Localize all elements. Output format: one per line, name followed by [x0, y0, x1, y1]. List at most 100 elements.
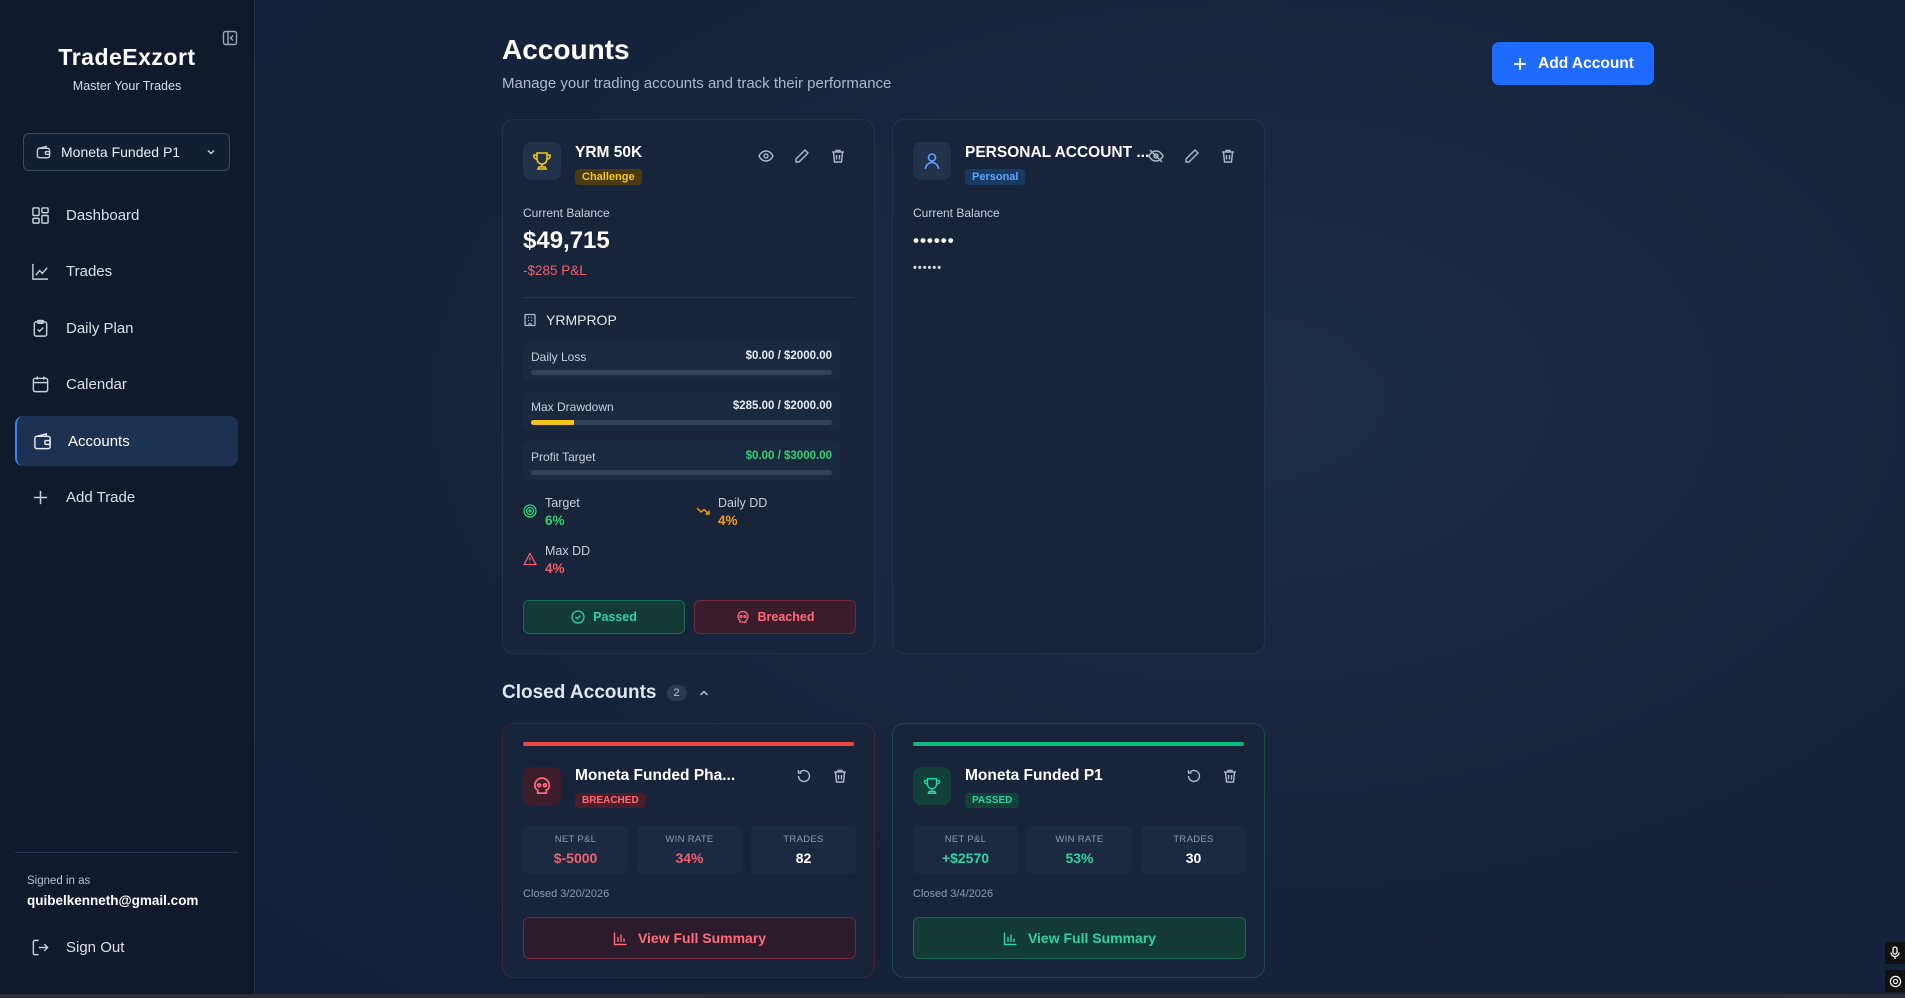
trending-down-icon: [696, 507, 710, 515]
mark-passed-label: Passed: [593, 610, 637, 624]
stat-value: 34%: [675, 850, 704, 866]
trash-icon[interactable]: [1222, 768, 1238, 784]
mark-passed-button[interactable]: Passed: [523, 600, 685, 634]
stat-value: 30: [1185, 850, 1202, 866]
user-icon: [924, 153, 940, 170]
account-actions: [1186, 768, 1238, 784]
rule-label: Daily DD: [718, 496, 768, 510]
chevron-up-icon[interactable]: [697, 686, 711, 700]
stat-label: WIN RATE: [665, 834, 714, 845]
page-subtitle: Manage your trading accounts and track t…: [502, 75, 892, 92]
sidebar-item-add-trade[interactable]: Add Trade: [15, 473, 238, 523]
signed-in-label: Signed in as: [27, 875, 91, 887]
view-summary-label: View Full Summary: [637, 930, 767, 946]
metric-progress-bar: [531, 420, 832, 425]
microphone-button[interactable]: [1885, 942, 1905, 964]
mark-breached-button[interactable]: Breached: [694, 600, 856, 634]
target-icon: [523, 504, 537, 518]
rule-max-dd: Max DD 4%: [523, 544, 590, 576]
trophy-icon: [923, 778, 941, 794]
account-name: Moneta Funded P1: [965, 767, 1103, 784]
metric-label: Profit Target: [531, 450, 596, 464]
account-actions: [758, 148, 846, 164]
closed-date: Closed 3/4/2026: [913, 888, 994, 900]
mark-breached-label: Breached: [757, 610, 815, 624]
add-account-label: Add Account: [1538, 54, 1634, 72]
closed-account-card: Moneta Funded P1 PASSED NET P&L +$2570 W…: [892, 723, 1265, 978]
edit-icon[interactable]: [1184, 148, 1200, 164]
rule-daily-dd: Daily DD 4%: [696, 496, 767, 528]
metric-label: Max Drawdown: [531, 400, 614, 414]
clipboard-check-icon: [33, 319, 48, 337]
sidebar-item-accounts[interactable]: Accounts: [15, 416, 238, 466]
eye-off-icon[interactable]: [1148, 148, 1164, 164]
status-badge: BREACHED: [575, 793, 646, 808]
rule-label: Max DD: [545, 544, 591, 558]
bar-chart-icon: [613, 932, 627, 945]
metric-progress-bar: [531, 470, 832, 475]
stat-trades: TRADES 82: [751, 825, 856, 874]
account-type-badge: Challenge: [575, 169, 642, 185]
sidebar-footer: Signed in as quibelkenneth@gmail.com Sig…: [15, 852, 238, 957]
stat-net-pnl: NET P&L $-5000: [523, 825, 628, 874]
trophy-icon: [533, 152, 551, 170]
closed-account-card: Moneta Funded Pha... BREACHED NET P&L $-…: [502, 723, 875, 978]
rule-target: Target 6%: [523, 496, 580, 528]
view-summary-label: View Full Summary: [1027, 930, 1157, 946]
trash-icon[interactable]: [830, 148, 846, 164]
stat-net-pnl: NET P&L +$2570: [913, 825, 1018, 874]
prop-firm-name: YRMPROP: [546, 312, 617, 328]
stat-trades: TRADES 30: [1141, 825, 1246, 874]
closed-accounts-title: Closed Accounts: [502, 682, 657, 703]
account-type-badge: Personal: [965, 169, 1026, 185]
current-balance: $49,715: [523, 227, 610, 254]
account-icon-box: [523, 142, 561, 180]
trash-icon[interactable]: [832, 768, 848, 784]
sign-out-button[interactable]: Sign Out: [15, 938, 238, 957]
trending-chart-icon: [32, 263, 49, 280]
view-summary-button[interactable]: View Full Summary: [913, 917, 1246, 959]
account-actions: [796, 768, 848, 784]
window-bottom-edge: [0, 994, 1905, 998]
restore-icon[interactable]: [796, 768, 812, 784]
restore-icon[interactable]: [1186, 768, 1202, 784]
metric-label: Daily Loss: [531, 350, 587, 364]
eye-icon[interactable]: [758, 148, 774, 164]
account-name: YRM 50K: [575, 144, 643, 161]
wallet-icon: [34, 432, 51, 449]
closed-accounts-count: 2: [666, 685, 687, 701]
brand-subtitle: Master Your Trades: [72, 79, 182, 93]
metric-profit-target: Profit Target $0.00 / $3000.00: [523, 441, 840, 481]
sidebar-collapse-icon[interactable]: [222, 30, 238, 46]
account-selector[interactable]: Moneta Funded P1: [23, 133, 230, 171]
sidebar-item-label: Add Trade: [66, 489, 136, 506]
sidebar-item-trades[interactable]: Trades: [15, 247, 238, 297]
building-icon: [524, 313, 536, 327]
skull-icon: [736, 610, 749, 623]
view-summary-button[interactable]: View Full Summary: [523, 917, 856, 959]
add-account-button[interactable]: Add Account: [1492, 42, 1654, 85]
sidebar-item-daily-plan[interactable]: Daily Plan: [15, 303, 238, 353]
sidebar-item-label: Trades: [66, 263, 113, 280]
check-circle-icon: [571, 610, 585, 624]
account-name: Moneta Funded Pha...: [575, 767, 736, 784]
sidebar-item-calendar[interactable]: Calendar: [15, 360, 238, 410]
status-strip: [913, 742, 1244, 746]
sidebar-item-label: Accounts: [68, 432, 130, 450]
edit-icon[interactable]: [794, 148, 810, 164]
closed-accounts-header[interactable]: Closed Accounts 2: [502, 682, 711, 704]
brand: TradeExzort Master Your Trades: [0, 0, 254, 93]
stat-win-rate: WIN RATE 53%: [1027, 825, 1132, 874]
skull-icon: [533, 777, 551, 794]
settings-button[interactable]: [1885, 970, 1905, 992]
status-badge: PASSED: [965, 793, 1020, 808]
trash-icon[interactable]: [1220, 148, 1236, 164]
rule-value: 4%: [545, 561, 565, 576]
sign-out-icon: [32, 939, 49, 956]
sidebar-item-dashboard[interactable]: Dashboard: [15, 190, 238, 240]
rule-value: 6%: [545, 513, 565, 528]
account-name: PERSONAL ACCOUNT ...: [965, 144, 1150, 161]
dashboard-icon: [32, 206, 49, 224]
account-card: YRM 50K Challenge Current Balance $49,71…: [502, 119, 875, 654]
sidebar: TradeExzort Master Your Trades Moneta Fu…: [0, 0, 255, 998]
